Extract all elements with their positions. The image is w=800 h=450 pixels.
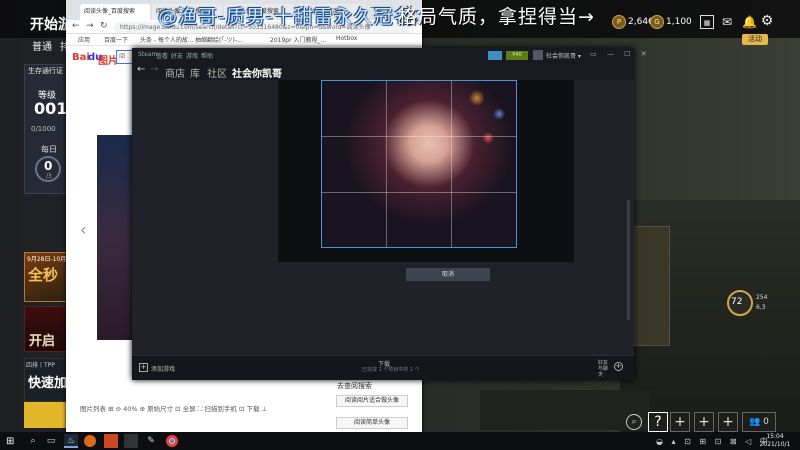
clock-time[interactable]: 15:04 <box>752 433 798 440</box>
scrollbar[interactable] <box>627 200 630 320</box>
battle-pass-xp: 0/1000 <box>31 125 56 133</box>
baidu-images-label: 图片 <box>98 56 118 67</box>
bookmark-deepin[interactable]: 抽缩翻绘(「-ツ)-... <box>195 35 243 44</box>
player-level: 72 <box>731 297 743 307</box>
steam-taskbar-icon[interactable]: ♨ <box>64 434 78 448</box>
g-coin-icon: G <box>650 15 664 29</box>
promo-event-title: 全秒 <box>28 266 59 284</box>
quick-join-mode: 四排丨TPP <box>26 362 55 369</box>
search-icon[interactable]: ⌕ <box>26 434 40 448</box>
cancel-button[interactable]: 取消 <box>406 268 490 281</box>
steam-nav-profile[interactable]: 社会你凯哥 <box>232 65 282 80</box>
steam-window-controls[interactable]: ▭ — ☐ ✕ <box>590 50 650 58</box>
mail-icon[interactable]: ✉ <box>720 15 734 29</box>
bookmark-hotbox[interactable]: Hotbox <box>336 35 357 42</box>
promo-event-date: 9月28日-10月 <box>27 256 67 263</box>
app-taskbar-icon[interactable] <box>104 434 118 448</box>
clock-date[interactable]: 2021/10/1 <box>752 441 798 448</box>
forward-arrow-icon[interactable]: → <box>86 21 94 31</box>
game-scene-shelf <box>634 226 670 346</box>
stream-slogan-banner: 格局气质，拿捏得当→ <box>398 6 595 28</box>
steam-wallet-balance[interactable]: ¥40 <box>506 51 528 60</box>
search-icon[interactable]: ⌕ <box>626 414 642 430</box>
calendar-icon[interactable]: ▦ <box>700 15 714 29</box>
daily-missions-max: /3 <box>46 173 52 180</box>
chrome-taskbar-icon[interactable] <box>166 435 178 447</box>
daily-missions-count: 0 <box>44 159 53 173</box>
add-teammate-button[interactable]: + <box>718 412 738 432</box>
add-teammate-button[interactable]: + <box>694 412 714 432</box>
bell-icon[interactable]: 🔔 <box>742 15 757 29</box>
back-arrow-icon[interactable]: ← <box>137 64 145 75</box>
steam-menu-help[interactable]: 帮助 <box>201 51 213 60</box>
steam-nav-library[interactable]: 库 <box>190 65 200 80</box>
help-button[interactable]: ? <box>648 412 668 432</box>
image-viewer-toolbar[interactable]: 图片列表 ⊞ ⊖ 40% ⊕ 原始尺寸 ⊡ 全屏 ⛶ 扫描到手机 ⊡ 下载 ⊥ <box>80 402 330 416</box>
task-view-icon[interactable]: ▭ <box>44 434 58 448</box>
related-search-title: 去查阅搜索 <box>337 382 372 390</box>
bp-coin-icon: P <box>612 15 626 29</box>
reload-icon[interactable]: ↻ <box>100 21 108 31</box>
bookmark-baidu[interactable]: 百度一下 <box>104 35 128 44</box>
bookmark-pr-tutorial[interactable]: 2019pr 入门教程_... <box>270 35 326 44</box>
promo-open-title: 开启 <box>29 334 56 349</box>
party-button[interactable]: 👥 0 <box>742 412 776 432</box>
steam-menu-steam[interactable]: Steam <box>138 51 157 58</box>
friends-add-icon[interactable]: + <box>614 362 623 371</box>
add-teammate-button[interactable]: + <box>670 412 690 432</box>
game-scene-floor <box>480 390 650 430</box>
browser-tab[interactable]: 阅读头像_百度搜索 <box>80 4 150 20</box>
previous-image-icon[interactable]: ‹ <box>80 220 86 239</box>
player-stat-2: 6,3 <box>756 304 766 311</box>
related-search-button[interactable]: 阅读简单头像 <box>336 417 408 429</box>
plus-icon[interactable]: + <box>139 363 148 372</box>
steam-menu-games[interactable]: 游戏 <box>186 51 198 60</box>
steam-nav-community[interactable]: 社区 <box>207 65 227 80</box>
steam-nav-store[interactable]: 商店 <box>165 65 185 80</box>
g-coin-balance: 1,100 <box>666 17 692 27</box>
friends-chat-button[interactable]: 好友与聊天 <box>598 360 612 378</box>
bookmark-apps[interactable]: 应用 <box>78 35 90 44</box>
quick-join-bar[interactable] <box>24 402 70 428</box>
image-preview[interactable] <box>97 135 133 340</box>
avatar[interactable] <box>533 50 543 60</box>
windows-start-icon[interactable]: ⊞ <box>6 436 14 447</box>
quick-join-title: 快速加 <box>28 376 68 391</box>
steam-menu-friends[interactable]: 好友 <box>171 51 183 60</box>
steam-account-menu[interactable]: 社会你凯哥 ▾ <box>546 51 581 60</box>
crop-selection-frame[interactable] <box>321 80 517 248</box>
downloads-status: 已完成 1 个项目中的 1 个 <box>362 367 420 373</box>
event-badge[interactable]: 活动 <box>742 34 768 45</box>
mode-tab-normal[interactable]: 普通 <box>32 38 52 53</box>
steam-notification-button[interactable] <box>488 51 502 60</box>
steam-menu-view[interactable]: 查看 <box>156 51 168 60</box>
gear-icon[interactable]: ⚙ <box>760 14 774 28</box>
related-search-button[interactable]: 阅读阅片适合做头像 <box>336 395 408 407</box>
battle-pass-level: 001 <box>34 99 68 118</box>
add-game-button[interactable]: 添加游戏 <box>151 364 175 373</box>
app-taskbar-icon[interactable] <box>124 434 138 448</box>
app-taskbar-icon[interactable] <box>84 435 96 447</box>
player-stat-1: 254 <box>756 294 768 301</box>
forward-arrow-icon[interactable]: → <box>150 64 158 75</box>
app-taskbar-icon[interactable]: ✎ <box>144 434 158 448</box>
stream-sponsor-banner: @渔哥-质男-十甜雷永久冠名： <box>158 6 434 28</box>
back-arrow-icon[interactable]: ← <box>72 21 80 31</box>
bookmark-toutiao[interactable]: 头条 - 每个人的故... <box>140 35 194 44</box>
daily-missions-label: 每日 <box>41 145 57 154</box>
